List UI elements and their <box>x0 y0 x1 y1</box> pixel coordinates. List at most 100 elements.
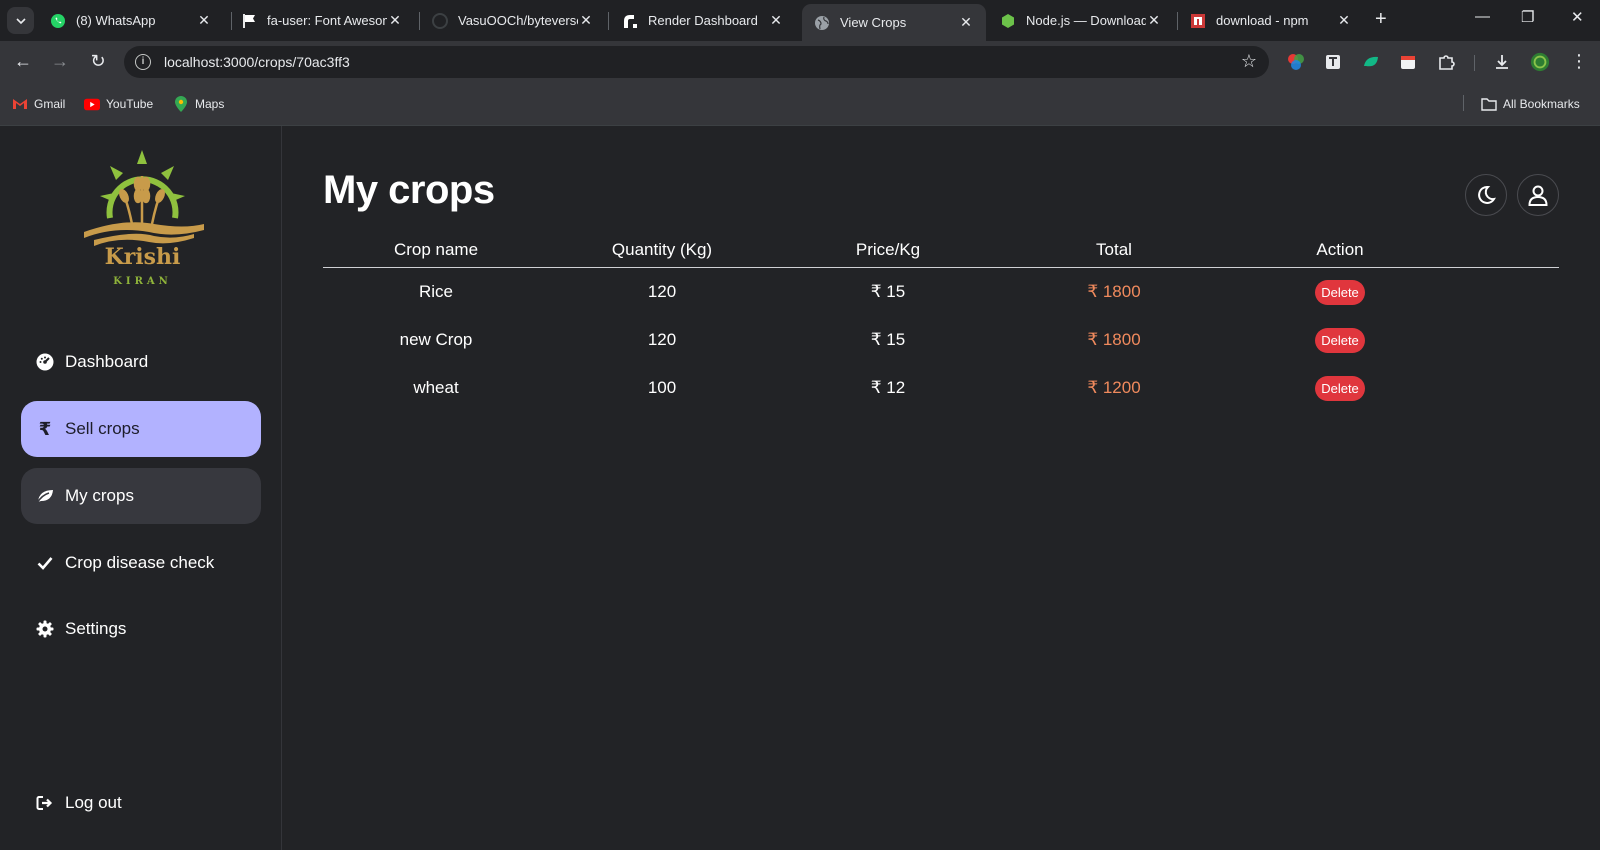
close-tab-icon[interactable]: ✕ <box>1146 12 1162 29</box>
tab-title: Render Dashboard <box>648 13 758 28</box>
site-info-icon[interactable]: i <box>135 54 151 70</box>
tab-font-awesome[interactable]: fa-user: Font Awesome ✕ <box>229 0 415 41</box>
profile-avatar-icon[interactable] <box>1530 52 1550 72</box>
browser-tabstrip: (8) WhatsApp ✕ fa-user: Font Awesome ✕ V… <box>0 0 1600 41</box>
bookmark-youtube[interactable]: YouTube <box>84 96 153 112</box>
crop-name-cell: new Crop <box>399 330 473 349</box>
tab-npm[interactable]: download - npm ✕ <box>1178 0 1364 41</box>
leaf-extension-icon[interactable] <box>1361 52 1381 72</box>
bookmarks-bar: Gmail YouTube Maps All Bookmarks <box>0 82 1600 126</box>
sidebar-item-label: Settings <box>65 619 127 638</box>
close-tab-icon[interactable]: ✕ <box>1336 12 1352 29</box>
check-icon <box>35 553 55 573</box>
header-quantity: Quantity (Kg) <box>611 239 713 259</box>
browser-menu-icon[interactable]: ⋮ <box>1568 51 1590 72</box>
sidebar-item-crop-disease-check[interactable]: Crop disease check <box>21 535 261 591</box>
close-tab-icon[interactable]: ✕ <box>387 12 403 29</box>
header-price: Price/Kg <box>855 239 921 259</box>
new-tab-button[interactable]: + <box>1375 8 1387 31</box>
close-tab-icon[interactable]: ✕ <box>578 12 594 29</box>
whatsapp-icon <box>50 13 66 29</box>
bookmark-label: Gmail <box>34 97 66 111</box>
header-action: Action <box>1316 239 1364 259</box>
flag-icon <box>241 13 257 29</box>
crop-name-cell: wheat <box>413 378 459 397</box>
close-tab-icon[interactable]: ✕ <box>196 12 212 29</box>
reload-button[interactable]: ↻ <box>87 51 109 72</box>
delete-button[interactable]: Delete <box>1315 279 1365 305</box>
restore-button[interactable]: ❐ <box>1521 8 1534 26</box>
chevron-down-icon <box>15 17 26 24</box>
total-cell: ₹ 1800 <box>1087 330 1141 349</box>
logo-subtitle: KIRAN <box>113 276 172 287</box>
close-tab-icon[interactable]: ✕ <box>958 14 974 31</box>
bookmark-maps[interactable]: Maps <box>173 96 224 112</box>
download-icon[interactable] <box>1492 52 1512 72</box>
close-tab-icon[interactable]: ✕ <box>768 12 784 29</box>
text-extension-icon[interactable] <box>1323 52 1343 72</box>
folder-icon <box>1481 96 1497 112</box>
table-row: Rice 120 ₹ 15 ₹ 1800 Delete <box>323 268 1559 316</box>
tab-view-crops[interactable]: View Crops ✕ <box>802 4 986 41</box>
price-cell: ₹ 15 <box>870 330 906 349</box>
app-viewport: Krishi KIRAN Dashboard ₹ Sell crops My c… <box>0 126 1600 850</box>
tab-search-button[interactable] <box>7 7 34 34</box>
logout-button[interactable]: Log out <box>21 775 261 831</box>
profile-button[interactable] <box>1517 174 1559 216</box>
tab-nodejs[interactable]: Node.js — Download ✕ <box>988 0 1174 41</box>
maps-pin-icon <box>173 96 189 112</box>
sign-out-icon <box>35 793 55 813</box>
bookmark-gmail[interactable]: Gmail <box>12 96 65 112</box>
nodejs-icon <box>1000 13 1016 29</box>
table-row: new Crop 120 ₹ 15 ₹ 1800 Delete <box>323 316 1559 364</box>
extensions-puzzle-icon[interactable] <box>1436 52 1456 72</box>
action-cell: Delete <box>1227 327 1453 353</box>
github-icon <box>432 12 448 29</box>
crop-name-cell: Rice <box>418 282 453 301</box>
sidebar-item-label: Sell crops <box>65 419 140 438</box>
quantity-cell: 120 <box>647 330 677 349</box>
npm-icon <box>1190 13 1206 29</box>
address-bar[interactable]: i localhost:3000/crops/70ac3ff3 ☆ <box>124 46 1269 78</box>
back-button[interactable]: ← <box>12 51 34 72</box>
sidebar-item-my-crops[interactable]: My crops <box>21 468 261 524</box>
user-icon <box>1528 185 1548 206</box>
main-content: My crops Crop name Quantity (Kg) Price/K… <box>283 126 1600 850</box>
theme-toggle-button[interactable] <box>1465 174 1507 216</box>
sidebar: Krishi KIRAN Dashboard ₹ Sell crops My c… <box>0 126 282 850</box>
calendar-extension-icon[interactable] <box>1398 52 1418 72</box>
forward-button[interactable]: → <box>49 51 71 72</box>
window-close-button[interactable]: ✕ <box>1571 8 1584 26</box>
color-extension-icon[interactable] <box>1286 52 1306 72</box>
delete-button[interactable]: Delete <box>1315 327 1365 353</box>
tab-title: (8) WhatsApp <box>76 13 156 28</box>
price-cell: ₹ 12 <box>870 378 906 397</box>
all-bookmarks-label: All Bookmarks <box>1503 97 1580 111</box>
youtube-icon <box>84 96 100 112</box>
total-cell: ₹ 1200 <box>1087 378 1141 397</box>
bookmarks-divider <box>1463 95 1464 111</box>
total-cell: ₹ 1800 <box>1087 282 1141 301</box>
rupee-icon: ₹ <box>38 418 52 439</box>
gear-icon <box>35 619 55 639</box>
quantity-cell: 120 <box>647 282 677 301</box>
tab-whatsapp[interactable]: (8) WhatsApp ✕ <box>38 0 224 41</box>
logo-title: Krishi <box>104 244 181 270</box>
render-icon <box>622 13 638 29</box>
tab-github[interactable]: VasuOOCh/byteverse ✕ <box>420 0 606 41</box>
price-cell: ₹ 15 <box>870 282 906 301</box>
minimize-button[interactable]: — <box>1475 8 1490 25</box>
all-bookmarks-button[interactable]: All Bookmarks <box>1481 96 1580 112</box>
sidebar-item-label: My crops <box>65 486 134 505</box>
tab-title: download - npm <box>1216 13 1309 28</box>
page-title: My crops <box>323 168 495 212</box>
tab-divider <box>608 12 609 30</box>
sidebar-item-settings[interactable]: Settings <box>21 601 261 657</box>
toolbar-divider <box>1474 55 1475 71</box>
delete-button[interactable]: Delete <box>1315 375 1365 401</box>
sidebar-item-sell-crops[interactable]: ₹ Sell crops <box>21 401 261 457</box>
header-crop-name: Crop name <box>393 239 479 259</box>
sidebar-item-dashboard[interactable]: Dashboard <box>21 334 261 390</box>
tab-render[interactable]: Render Dashboard ✕ <box>610 0 796 41</box>
bookmark-star-icon[interactable]: ☆ <box>1241 51 1257 72</box>
